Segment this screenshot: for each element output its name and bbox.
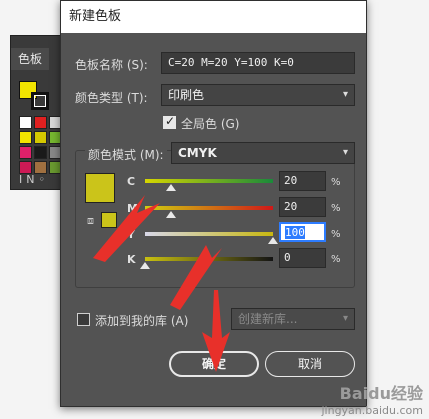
new-swatch-dialog: 新建色板 色板名称 (S): C=20 M=20 Y=100 K=0 颜色类型 … (60, 0, 367, 407)
swatch-cell[interactable] (34, 131, 47, 144)
black-value-input[interactable]: 0 (279, 248, 326, 268)
chevron-down-icon: ▾ (342, 89, 348, 100)
swatch-grid (19, 116, 62, 174)
watermark-url: jingyan.baidu.com (321, 404, 423, 417)
swatch-name-label: 色板名称 (S): (75, 58, 148, 72)
watermark-brand: Baidu经验 (339, 384, 423, 403)
add-to-library-label: 添加到我的库 (A) (95, 314, 189, 328)
black-slider-thumb[interactable] (140, 262, 150, 269)
swatch-preview-small (101, 212, 117, 228)
library-select[interactable]: 创建新库... ▾ (231, 308, 355, 330)
cyan-value-input[interactable]: 20 (279, 171, 326, 191)
swatch-preview (85, 173, 115, 203)
black-slider[interactable] (140, 257, 273, 269)
swatch-cell[interactable] (19, 116, 32, 129)
screenshot-stage: 色板 IN◦ 新建色板 色板名称 (S): C=20 M=20 Y=100 K=… (0, 0, 429, 419)
color-mode-select[interactable]: CMYK ▾ (171, 142, 355, 164)
cancel-button[interactable]: 取消 (265, 351, 355, 377)
yellow-slider-thumb[interactable] (268, 237, 278, 244)
magenta-slider-thumb[interactable] (165, 211, 176, 218)
ok-button[interactable]: 确定 (169, 351, 259, 377)
swatch-name-input[interactable]: C=20 M=20 Y=100 K=0 (161, 52, 355, 74)
panel-footer-icons[interactable]: IN◦ (19, 173, 49, 186)
cyan-slider[interactable] (145, 179, 273, 191)
swatches-panel-tab[interactable]: 色板 (11, 48, 49, 70)
swatch-cell[interactable] (19, 131, 32, 144)
slider-label-y: Y (127, 228, 135, 241)
color-mode-value: CMYK (178, 146, 217, 160)
global-color-label: 全局色 (G) (181, 117, 240, 131)
add-to-library-checkbox[interactable] (77, 313, 90, 326)
yellow-value-selected: 100 (285, 226, 305, 239)
magenta-slider[interactable] (145, 206, 273, 218)
color-type-select[interactable]: 印刷色 ▾ (161, 84, 355, 106)
cyan-slider-thumb[interactable] (165, 184, 176, 191)
magenta-value-input[interactable]: 20 (279, 197, 326, 217)
yellow-value-input[interactable]: 100 (279, 222, 326, 242)
swatch-cell[interactable] (19, 146, 32, 159)
watermark: Baidu经验 jingyan.baidu.com (321, 380, 423, 417)
black-percent: % (331, 254, 341, 265)
stroke-color-box[interactable] (31, 92, 49, 110)
library-select-value: 创建新库... (238, 312, 298, 326)
slider-label-k: K (127, 253, 136, 266)
dialog-title: 新建色板 (61, 1, 366, 33)
color-type-label: 颜色类型 (T): (75, 91, 148, 105)
slider-label-m: M (127, 202, 138, 215)
chevron-down-icon: ▾ (342, 147, 348, 158)
magenta-percent: % (331, 203, 341, 214)
slider-label-c: C (127, 175, 136, 188)
color-type-value: 印刷色 (168, 88, 205, 102)
yellow-percent: % (331, 229, 341, 240)
cyan-percent: % (331, 177, 341, 188)
yellow-slider[interactable] (145, 232, 278, 244)
swatch-cell[interactable] (34, 146, 47, 159)
global-color-checkbox[interactable] (163, 114, 176, 129)
chevron-down-icon: ▾ (342, 313, 348, 324)
color-mode-label: 颜色模式 (M): (85, 146, 167, 163)
swatch-cell[interactable] (34, 116, 47, 129)
cube-icon: ⧈ (87, 214, 94, 227)
